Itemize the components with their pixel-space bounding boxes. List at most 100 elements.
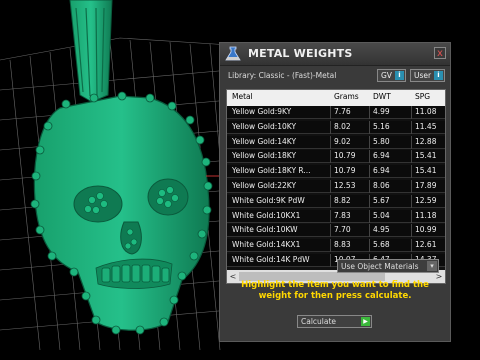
table-row[interactable]: Yellow Gold:18KY R... 10.79 6.94 15.41 bbox=[227, 165, 445, 179]
cell-metal: White Gold:10KX1 bbox=[232, 210, 301, 220]
cell-spg: 12.59 bbox=[415, 195, 437, 205]
cell-spg: 15.41 bbox=[415, 151, 437, 161]
cell-spg: 15.41 bbox=[415, 166, 437, 176]
table-row[interactable]: Yellow Gold:14KY 9.02 5.80 12.88 bbox=[227, 135, 445, 149]
table-row[interactable]: White Gold:10KX1 7.83 5.04 11.18 bbox=[227, 209, 445, 223]
cell-metal: Yellow Gold:10KY bbox=[232, 121, 297, 131]
column-separator bbox=[330, 180, 331, 193]
pendant-bail bbox=[69, 0, 113, 103]
cell-spg: 17.89 bbox=[415, 181, 437, 190]
gv-button[interactable]: GV i bbox=[377, 69, 406, 82]
library-label: Library: Classic - (Fast)-Metal bbox=[228, 71, 337, 80]
table-row[interactable]: Yellow Gold:9KY 7.76 4.99 11.08 bbox=[227, 106, 445, 119]
cell-dwt: 5.16 bbox=[373, 121, 390, 131]
cell-dwt: 8.06 bbox=[373, 181, 390, 190]
table-header: Metal Grams DWT SPG bbox=[227, 90, 445, 106]
column-separator bbox=[330, 224, 331, 238]
column-separator bbox=[369, 165, 370, 179]
cell-metal: Yellow Gold:14KY bbox=[232, 136, 297, 146]
close-button[interactable]: x bbox=[434, 47, 446, 59]
info-icon: i bbox=[434, 71, 443, 80]
column-separator bbox=[330, 194, 331, 208]
column-separator bbox=[411, 194, 412, 208]
table-row[interactable]: Yellow Gold:10KY 8.02 5.16 11.45 bbox=[227, 120, 445, 134]
column-header-spg[interactable]: SPG bbox=[415, 92, 430, 101]
cell-dwt: 6.94 bbox=[373, 151, 390, 161]
column-separator bbox=[330, 239, 331, 253]
cell-metal: Yellow Gold:22KY bbox=[232, 181, 297, 190]
table-row[interactable]: Yellow Gold:22KY 12.53 8.06 17.89 bbox=[227, 180, 445, 193]
skull-model[interactable] bbox=[30, 91, 213, 335]
column-separator bbox=[369, 239, 370, 253]
use-object-materials-label: Use Object Materials bbox=[341, 262, 419, 271]
cell-dwt: 4.95 bbox=[373, 225, 390, 235]
cell-spg: 10.99 bbox=[415, 225, 437, 235]
cell-spg: 11.08 bbox=[415, 107, 437, 116]
column-separator bbox=[411, 224, 412, 238]
cell-spg: 11.45 bbox=[415, 121, 437, 131]
gv-label: GV bbox=[381, 71, 392, 80]
column-separator bbox=[411, 239, 412, 253]
table-row[interactable]: White Gold:9K PdW 8.82 5.67 12.59 bbox=[227, 194, 445, 208]
column-separator bbox=[369, 150, 370, 164]
column-separator bbox=[330, 254, 331, 267]
column-separator bbox=[369, 209, 370, 223]
user-button[interactable]: User i bbox=[410, 69, 445, 82]
cell-grams: 7.76 bbox=[334, 107, 351, 116]
table-row[interactable]: White Gold:10KW 7.70 4.95 10.99 bbox=[227, 224, 445, 238]
cell-spg: 12.61 bbox=[415, 240, 437, 250]
column-separator bbox=[330, 135, 331, 149]
panel-titlebar[interactable]: METAL WEIGHTS x bbox=[220, 43, 450, 66]
column-separator bbox=[411, 106, 412, 119]
column-separator bbox=[330, 209, 331, 223]
table-row[interactable]: White Gold:14KX1 8.83 5.68 12.61 bbox=[227, 239, 445, 253]
column-separator bbox=[369, 224, 370, 238]
use-object-materials-dropdown[interactable]: Use Object Materials ▾ bbox=[337, 259, 439, 273]
instruction-text: Highlight the item you want to find the … bbox=[241, 280, 429, 301]
cell-dwt: 5.80 bbox=[373, 136, 390, 146]
calculate-button[interactable]: Calculate ▶ bbox=[297, 315, 372, 328]
cell-metal: White Gold:9K PdW bbox=[232, 195, 305, 205]
cell-grams: 8.02 bbox=[334, 121, 351, 131]
column-separator bbox=[369, 120, 370, 134]
column-separator bbox=[330, 165, 331, 179]
cell-metal: Yellow Gold:9KY bbox=[232, 107, 292, 116]
cell-dwt: 6.94 bbox=[373, 166, 390, 176]
column-separator bbox=[369, 135, 370, 149]
column-header-metal[interactable]: Metal bbox=[232, 92, 253, 101]
column-separator bbox=[411, 165, 412, 179]
play-icon: ▶ bbox=[361, 317, 370, 326]
cell-metal: White Gold:14KX1 bbox=[232, 240, 301, 250]
column-separator bbox=[411, 150, 412, 164]
info-icon: i bbox=[395, 71, 404, 80]
column-separator bbox=[411, 135, 412, 149]
column-separator bbox=[411, 120, 412, 134]
cell-grams: 9.02 bbox=[334, 136, 351, 146]
cell-grams: 10.79 bbox=[334, 151, 356, 161]
cell-grams: 12.53 bbox=[334, 181, 356, 190]
column-separator bbox=[369, 180, 370, 193]
cell-metal: White Gold:14K PdW bbox=[232, 255, 310, 264]
calculate-label: Calculate bbox=[301, 317, 337, 326]
column-header-grams[interactable]: Grams bbox=[334, 92, 359, 101]
column-separator bbox=[330, 106, 331, 119]
close-icon: x bbox=[437, 48, 443, 59]
column-separator bbox=[330, 150, 331, 164]
cell-metal: Yellow Gold:18KY R... bbox=[232, 166, 311, 176]
cell-grams: 10.79 bbox=[334, 166, 356, 176]
cell-grams: 7.83 bbox=[334, 210, 351, 220]
column-separator bbox=[330, 120, 331, 134]
cell-spg: 12.88 bbox=[415, 136, 437, 146]
cell-grams: 8.82 bbox=[334, 195, 351, 205]
metal-table[interactable]: Metal Grams DWT SPG Yellow Gold:9KY 7.76 4… bbox=[226, 89, 446, 284]
cell-grams: 8.83 bbox=[334, 240, 351, 250]
table-row[interactable]: Yellow Gold:18KY 10.79 6.94 15.41 bbox=[227, 150, 445, 164]
panel-title: METAL WEIGHTS bbox=[248, 47, 353, 60]
cell-dwt: 4.99 bbox=[373, 107, 390, 116]
cell-dwt: 5.68 bbox=[373, 240, 390, 250]
column-separator bbox=[411, 180, 412, 193]
column-header-dwt[interactable]: DWT bbox=[373, 92, 391, 101]
metal-flask-icon bbox=[225, 46, 241, 61]
cell-metal: White Gold:10KW bbox=[232, 225, 298, 235]
column-separator bbox=[411, 209, 412, 223]
